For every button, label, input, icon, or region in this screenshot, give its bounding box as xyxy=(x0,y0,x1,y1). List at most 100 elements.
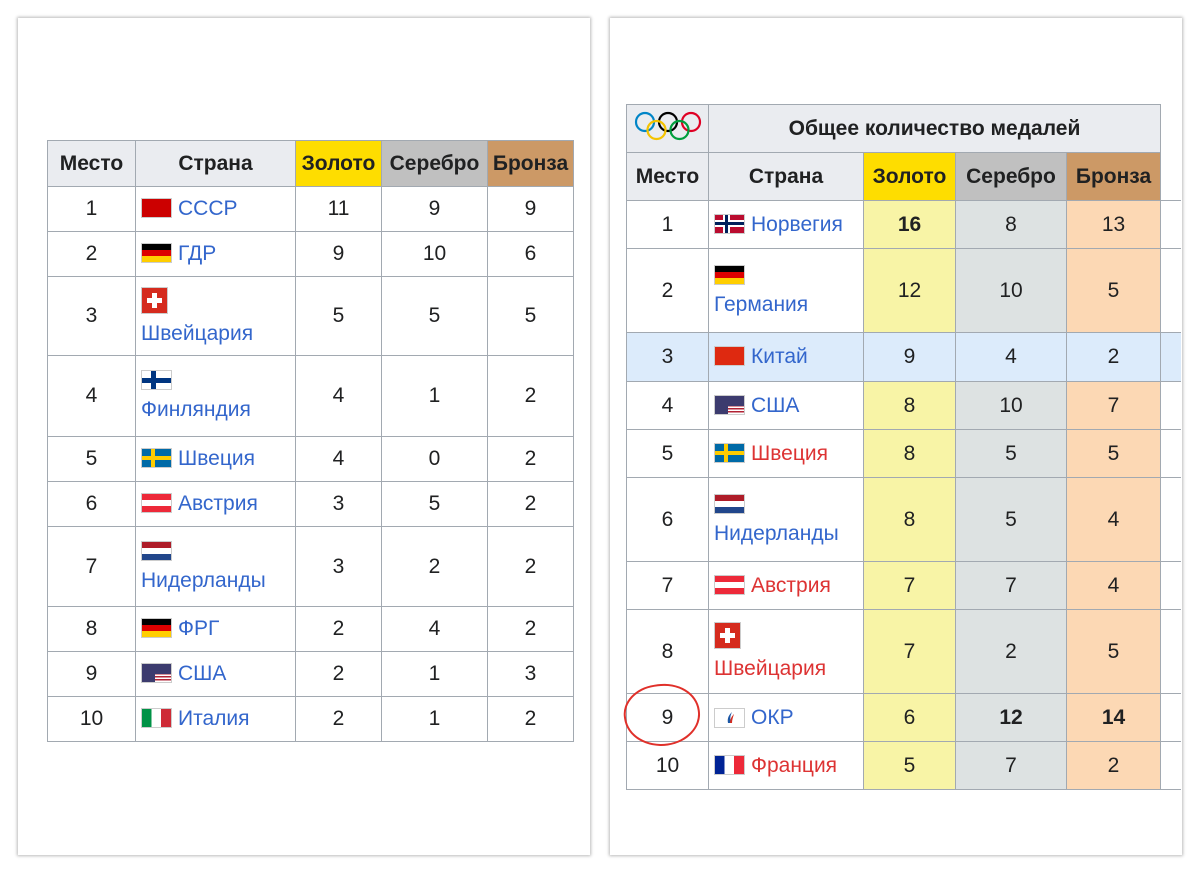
country-cell: ГДР xyxy=(135,231,296,277)
finland-flag-icon[interactable] xyxy=(141,370,172,390)
table-row: 10 Франция 5 7 2 xyxy=(626,741,1181,790)
roc-flag-icon[interactable] xyxy=(714,707,745,728)
gold-cell: 7 xyxy=(863,561,956,610)
table-row: 4 США 8 10 7 xyxy=(626,381,1181,430)
bronze-cell: 2 xyxy=(1066,332,1161,382)
austria-flag-icon[interactable] xyxy=(714,574,745,595)
gold-cell: 8 xyxy=(863,477,956,562)
table-title: Общее количество медалей xyxy=(708,104,1161,153)
country-link[interactable]: Австрия xyxy=(751,574,831,597)
switzerland-flag-icon[interactable] xyxy=(714,622,741,649)
gold-cell: 4 xyxy=(295,436,382,482)
country-link[interactable]: Швеция xyxy=(751,442,828,465)
gold-cell: 6 xyxy=(863,693,956,742)
header-place: Место xyxy=(47,140,136,187)
country-link[interactable]: Швейцария xyxy=(714,657,826,680)
table-row: 1 Норвегия 16 8 13 xyxy=(626,200,1181,249)
silver-cell: 1 xyxy=(381,651,488,697)
country-link[interactable]: Финляндия xyxy=(141,398,251,421)
country-link[interactable]: Австрия xyxy=(178,492,258,515)
country-link[interactable]: Германия xyxy=(714,293,808,316)
olympic-rings-icon xyxy=(626,104,709,153)
usa-flag-icon[interactable] xyxy=(141,663,172,683)
gold-cell: 4 xyxy=(295,355,382,437)
country-link[interactable]: ГДР xyxy=(178,242,216,265)
silver-cell: 12 xyxy=(955,693,1067,742)
silver-cell: 10 xyxy=(381,231,488,277)
bronze-cell: 4 xyxy=(1066,477,1161,562)
gold-cell: 9 xyxy=(295,231,382,277)
place-cell: 5 xyxy=(47,436,136,482)
country-link[interactable]: Норвегия xyxy=(751,213,843,236)
place-cell: 10 xyxy=(47,696,136,742)
country-cell: Финляндия xyxy=(135,355,296,437)
country-cell: ФРГ xyxy=(135,606,296,652)
france-flag-icon[interactable] xyxy=(714,754,745,775)
table-row: 3 Китай 9 4 2 xyxy=(626,332,1181,382)
place-cell: 3 xyxy=(47,276,136,356)
silver-cell: 1 xyxy=(381,355,488,437)
usa-flag-icon[interactable] xyxy=(714,394,745,415)
place-cell: 1 xyxy=(47,186,136,232)
country-link[interactable]: ОКР xyxy=(751,706,794,729)
country-link[interactable]: Китай xyxy=(751,345,808,368)
country-link[interactable]: Швейцария xyxy=(141,322,253,345)
bronze-cell: 13 xyxy=(1066,200,1161,249)
bronze-cell: 2 xyxy=(487,436,574,482)
place-cell: 9 xyxy=(47,651,136,697)
germany-flag-icon[interactable] xyxy=(714,264,745,285)
country-link[interactable]: Италия xyxy=(178,707,250,730)
silver-cell: 2 xyxy=(381,526,488,607)
sweden-flag-icon[interactable] xyxy=(141,448,172,468)
netherlands-flag-icon[interactable] xyxy=(714,493,745,514)
china-flag-icon[interactable] xyxy=(714,346,745,366)
country-link[interactable]: США xyxy=(178,662,226,685)
austria-flag-icon[interactable] xyxy=(141,493,172,513)
switzerland-flag-icon[interactable] xyxy=(141,286,168,314)
gold-cell: 5 xyxy=(863,741,956,790)
bronze-cell: 2 xyxy=(487,696,574,742)
silver-cell: 9 xyxy=(381,186,488,232)
gold-cell: 2 xyxy=(295,651,382,697)
country-link[interactable]: СССР xyxy=(178,197,238,220)
silver-cell: 7 xyxy=(955,741,1067,790)
silver-cell: 4 xyxy=(381,606,488,652)
place-cell: 3 xyxy=(626,332,709,382)
country-cell: Швеция xyxy=(708,429,864,478)
country-link[interactable]: Франция xyxy=(751,754,837,777)
table-row: 8 ФРГ 2 4 2 xyxy=(47,606,574,652)
country-link[interactable]: США xyxy=(751,394,799,417)
netherlands-flag-icon[interactable] xyxy=(141,540,172,561)
place-cell: 2 xyxy=(626,248,709,333)
header-bronze: Бронза xyxy=(1066,152,1161,201)
gold-cell: 3 xyxy=(295,526,382,607)
ussr-flag-icon[interactable] xyxy=(141,198,172,218)
country-cell: Австрия xyxy=(708,561,864,610)
gold-cell: 16 xyxy=(863,200,956,249)
bronze-cell: 2 xyxy=(487,526,574,607)
table-row: 7 Нидерланды 3 2 2 xyxy=(47,526,574,607)
germany-flag-icon[interactable] xyxy=(141,618,172,638)
place-cell: 8 xyxy=(47,606,136,652)
country-cell: Швеция xyxy=(135,436,296,482)
place-cell: 2 xyxy=(47,231,136,277)
country-link[interactable]: Нидерланды xyxy=(141,569,266,592)
table-row: 2 ГДР 9 10 6 xyxy=(47,231,574,277)
country-cell: Швейцария xyxy=(135,276,296,356)
country-link[interactable]: Нидерланды xyxy=(714,522,839,545)
sweden-flag-icon[interactable] xyxy=(714,442,745,463)
italy-flag-icon[interactable] xyxy=(141,708,172,728)
norway-flag-icon[interactable] xyxy=(714,213,745,234)
bronze-cell: 2 xyxy=(487,481,574,527)
country-link[interactable]: ФРГ xyxy=(178,617,219,640)
gold-cell: 5 xyxy=(295,276,382,356)
header-country: Страна xyxy=(135,140,296,187)
gold-cell: 2 xyxy=(295,606,382,652)
table-row: 5 Швеция 8 5 5 xyxy=(626,429,1181,478)
country-link[interactable]: Швеция xyxy=(178,447,255,470)
country-cell: Нидерланды xyxy=(135,526,296,607)
place-cell: 4 xyxy=(47,355,136,437)
header-gold: Золото xyxy=(295,140,382,187)
gdr-flag-icon[interactable] xyxy=(141,243,172,263)
bronze-cell: 5 xyxy=(1066,429,1161,478)
